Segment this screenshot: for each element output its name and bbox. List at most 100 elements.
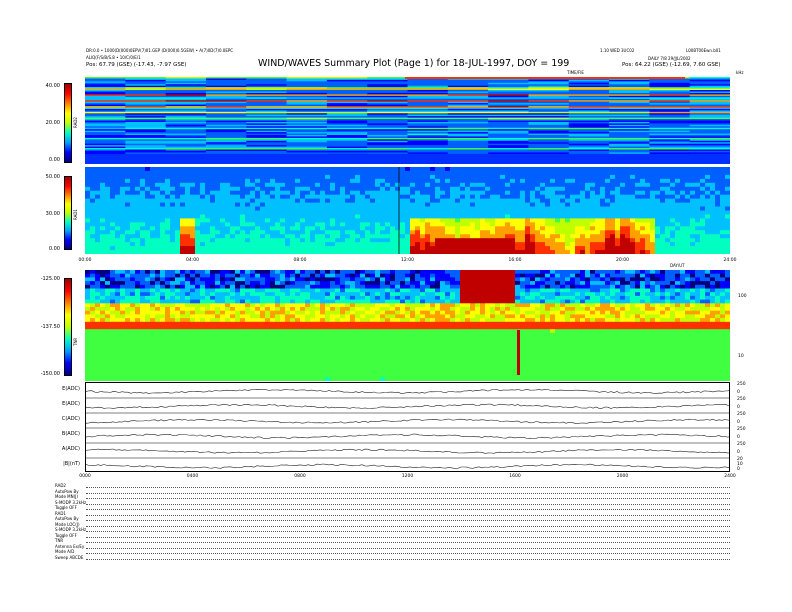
tnr-cell bbox=[255, 273, 261, 278]
tnr-cell bbox=[100, 347, 106, 352]
rad1-cell bbox=[185, 194, 191, 200]
rad1-cell bbox=[205, 178, 211, 184]
rad1-cell bbox=[625, 170, 631, 176]
rad1-cell bbox=[175, 170, 181, 176]
rad1-cell bbox=[190, 190, 196, 196]
tnr-cell bbox=[190, 288, 196, 293]
rad1-cell bbox=[460, 174, 466, 180]
rad1-cell bbox=[600, 174, 606, 180]
rad1-cell bbox=[185, 202, 191, 207]
rad1-cell bbox=[410, 194, 416, 200]
rad1-cell bbox=[225, 210, 231, 215]
rad1-cell bbox=[565, 170, 571, 176]
tnr-cell bbox=[175, 288, 181, 293]
rad1-cell bbox=[685, 238, 691, 243]
rad1-cell bbox=[565, 190, 571, 196]
rad1-cell bbox=[475, 190, 481, 196]
rad1-cell bbox=[100, 234, 106, 239]
tnr-cell bbox=[225, 366, 231, 371]
rad1-cell bbox=[390, 194, 396, 200]
tnr-cell bbox=[130, 340, 136, 345]
rad1-cell bbox=[360, 174, 366, 180]
rad1-cell bbox=[645, 186, 651, 192]
rad1-cell bbox=[635, 190, 641, 196]
rad1-cell bbox=[635, 242, 641, 247]
tnr-cell bbox=[195, 377, 201, 381]
rad1-cell bbox=[295, 167, 301, 172]
rad1-cell bbox=[240, 194, 246, 200]
rad1-cell bbox=[90, 250, 96, 254]
rad1-cell bbox=[120, 167, 126, 172]
rad1-cell bbox=[520, 242, 526, 247]
tnr-cell bbox=[115, 303, 121, 308]
rad1-cell bbox=[425, 206, 431, 211]
rad1-cell bbox=[650, 190, 656, 196]
tnr-cell bbox=[125, 362, 131, 367]
rad1-cell bbox=[630, 238, 636, 243]
tnr-cell bbox=[160, 299, 166, 304]
tnr-cell bbox=[110, 355, 116, 360]
rad1-cell bbox=[725, 198, 730, 203]
tnr-cell bbox=[180, 355, 186, 360]
rad1-cell bbox=[595, 238, 601, 243]
tnr-cell bbox=[170, 329, 176, 334]
rad1-cell bbox=[255, 167, 261, 172]
rad1-cell bbox=[705, 218, 711, 223]
rad1-cell bbox=[570, 250, 576, 254]
rad1-cell bbox=[140, 174, 146, 180]
rad1-cell bbox=[355, 170, 361, 176]
rad1-cell bbox=[400, 230, 406, 235]
tnr-cell bbox=[275, 273, 281, 278]
rad1-cell bbox=[630, 198, 636, 203]
rad1-cell bbox=[635, 206, 641, 211]
rad1-cell bbox=[200, 206, 206, 211]
tnr-cell bbox=[175, 355, 181, 360]
rad1-cell bbox=[525, 170, 531, 176]
rad1-cell bbox=[550, 250, 556, 254]
tnr-cell bbox=[270, 332, 276, 337]
rad1-cell bbox=[200, 194, 206, 200]
rad1-cell bbox=[640, 198, 646, 203]
rad1-cell bbox=[455, 174, 461, 180]
tnr-cell bbox=[150, 284, 156, 289]
rad1-cell bbox=[390, 230, 396, 235]
rad1-cell bbox=[605, 250, 611, 254]
tnr-cell bbox=[250, 325, 256, 330]
rad1-cell bbox=[285, 182, 291, 188]
header-right-line1: 1.10 WED 3UC02 bbox=[600, 48, 635, 53]
rad1-cell bbox=[490, 226, 496, 231]
rad1-cell bbox=[380, 190, 386, 196]
rad1-cell bbox=[520, 178, 526, 184]
rad1-cell bbox=[105, 226, 111, 231]
rad1-cell bbox=[385, 222, 391, 227]
tnr-cell bbox=[225, 347, 231, 352]
tnr-cell bbox=[210, 314, 216, 319]
rad1-cell bbox=[220, 234, 226, 239]
rad1-cell bbox=[235, 198, 241, 203]
tnr-cell bbox=[205, 366, 211, 371]
tnr-cell bbox=[185, 355, 191, 360]
tnr-cell bbox=[175, 284, 181, 289]
rad1-cell bbox=[380, 226, 386, 231]
rad1-cell bbox=[255, 246, 261, 251]
rad1-cell bbox=[645, 182, 651, 188]
tnr-cell bbox=[125, 307, 131, 312]
rad1-cell bbox=[255, 214, 261, 219]
rad1-cell bbox=[165, 178, 171, 184]
rad1-cell bbox=[145, 246, 151, 251]
rad1-cell bbox=[155, 222, 161, 227]
rad1-cell bbox=[615, 250, 621, 254]
rad1-cell bbox=[455, 218, 461, 223]
rad1-cell bbox=[230, 178, 236, 184]
rad1-cell bbox=[195, 242, 201, 247]
rad1-cell bbox=[410, 250, 416, 254]
rad1-cell bbox=[375, 186, 381, 192]
rad1-cell bbox=[195, 206, 201, 211]
rad1-cell bbox=[680, 190, 686, 196]
rad1-cell bbox=[605, 206, 611, 211]
rad1-cell bbox=[300, 226, 306, 231]
tnr-cell bbox=[180, 340, 186, 345]
tnr-cell bbox=[95, 310, 101, 315]
tnr-cell bbox=[240, 295, 246, 300]
rad1-cell bbox=[330, 214, 336, 219]
